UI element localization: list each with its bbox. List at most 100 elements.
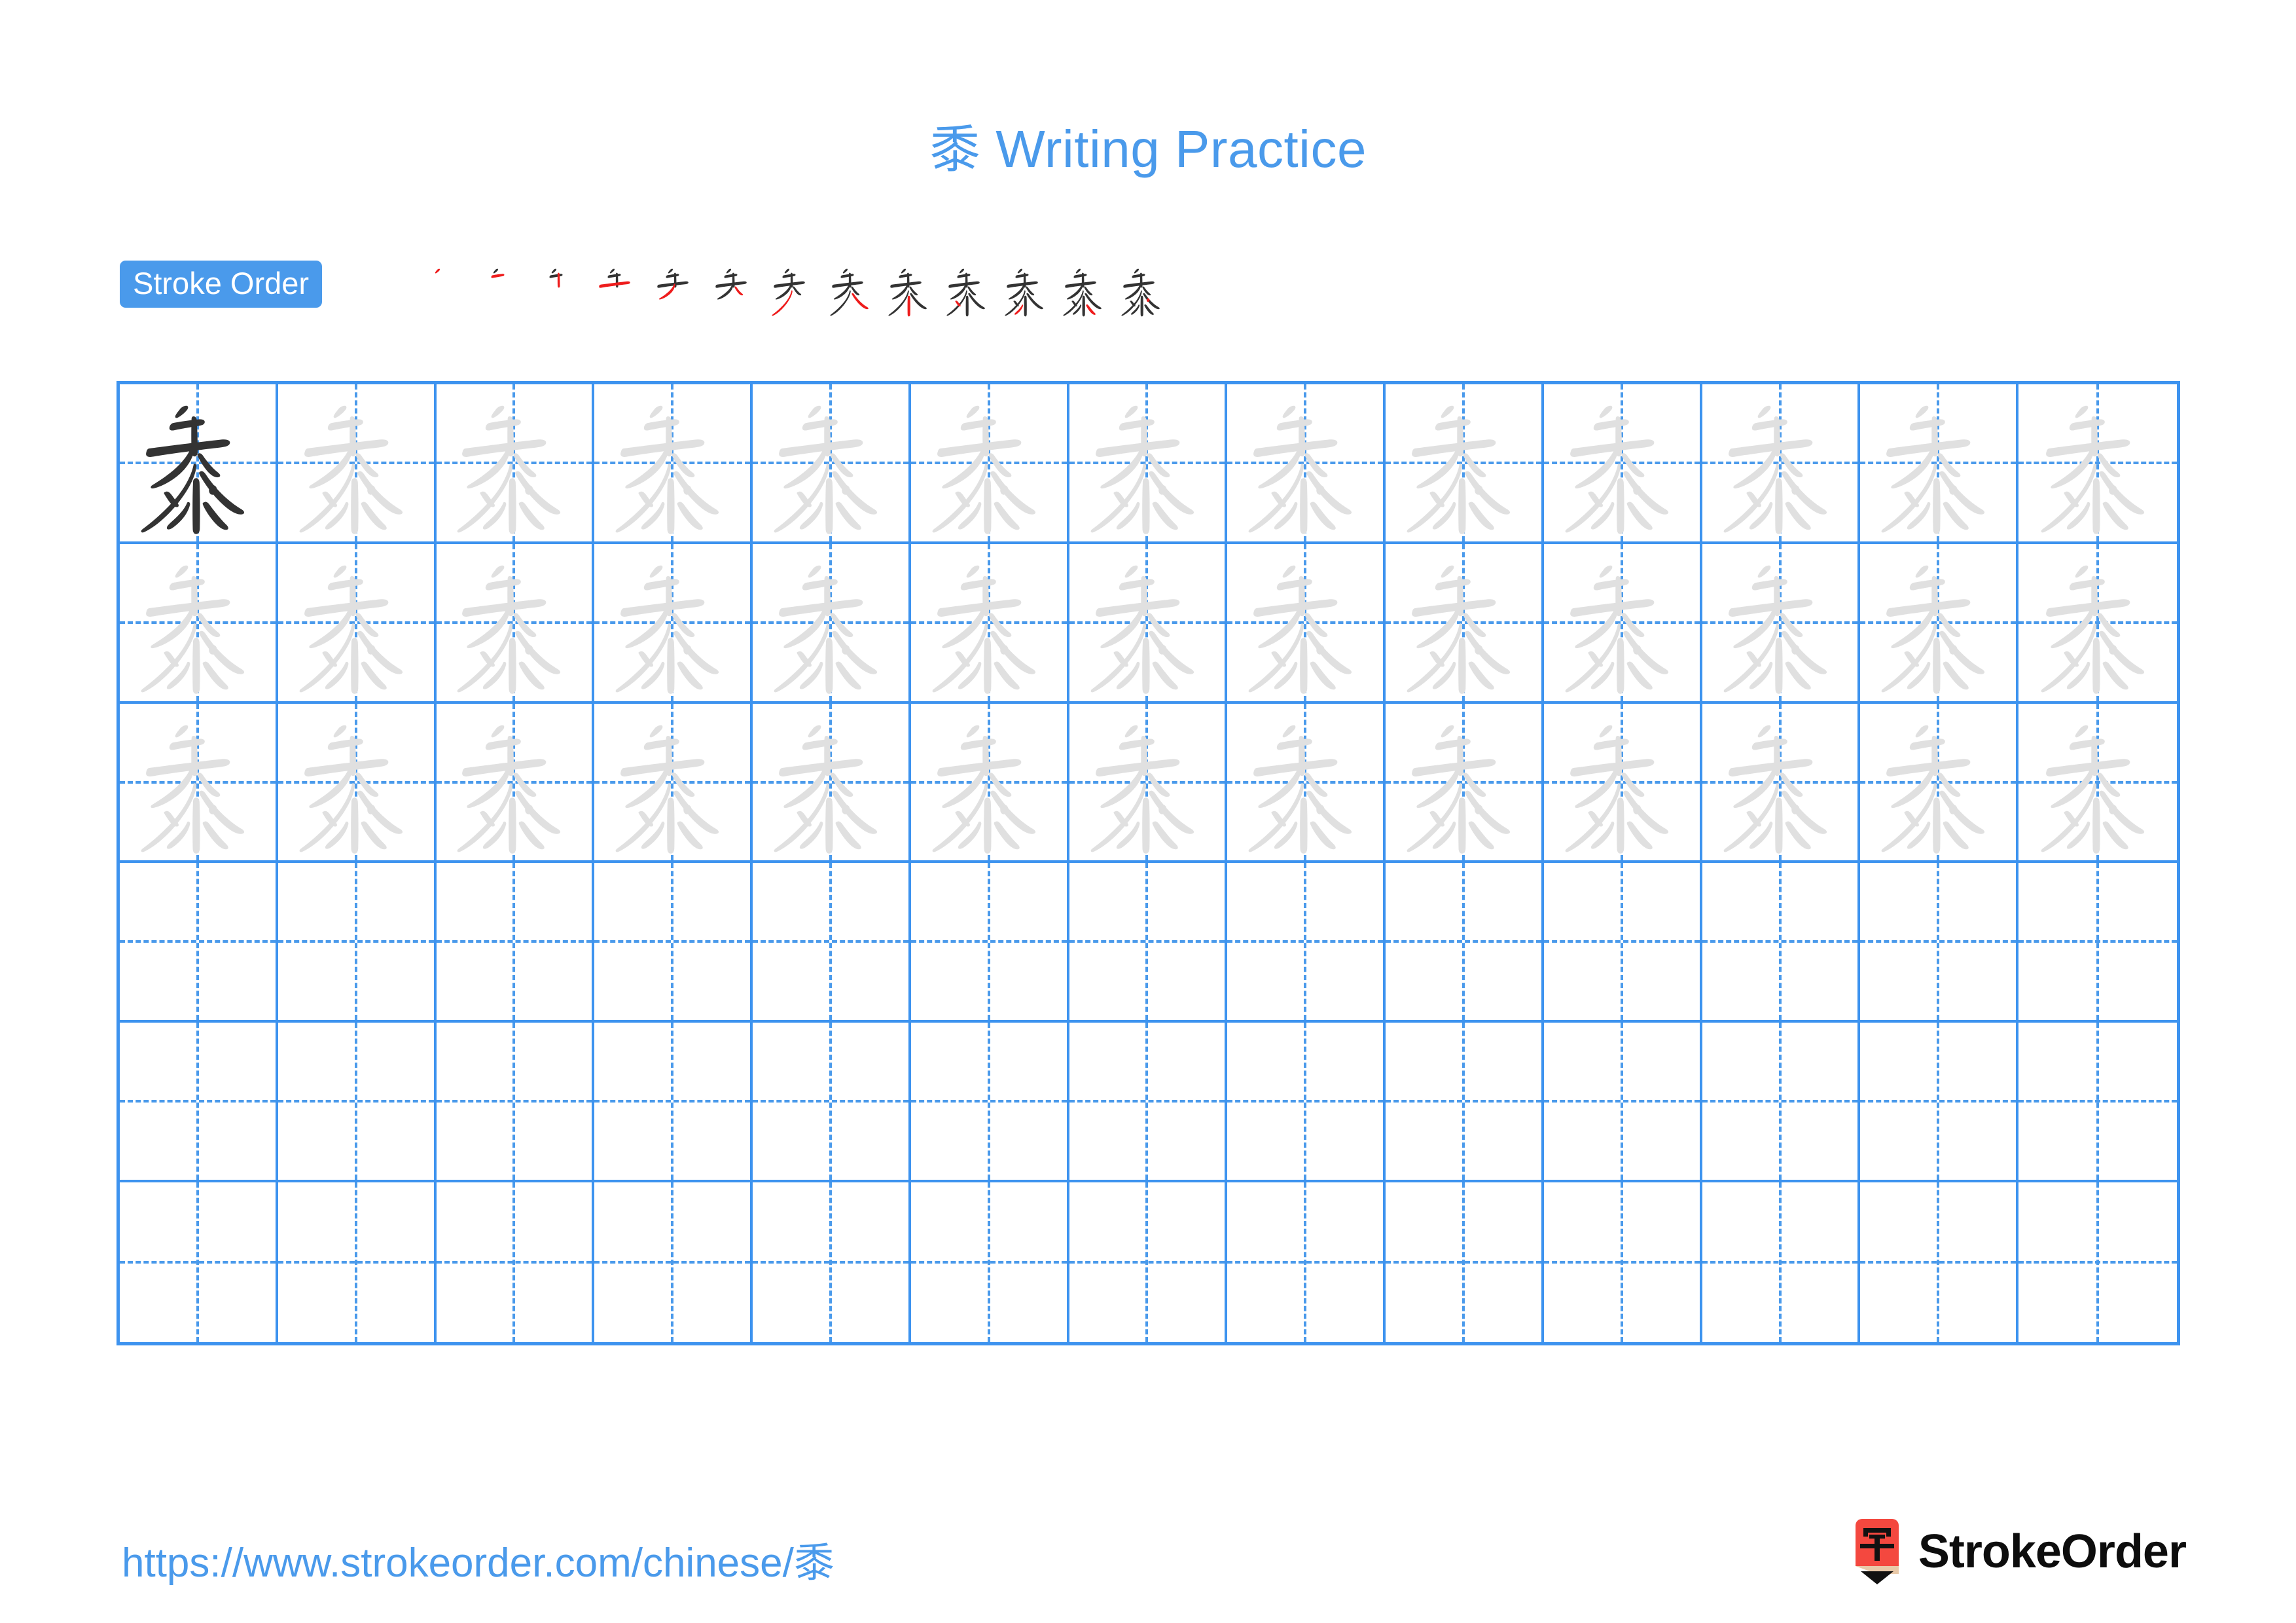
- brand-logo[interactable]: StrokeOrder: [1852, 1519, 2187, 1584]
- practice-cell[interactable]: [1543, 543, 1702, 704]
- practice-cell[interactable]: [910, 703, 1069, 864]
- trace-character: [1860, 384, 2016, 541]
- practice-cell[interactable]: [1227, 384, 1386, 544]
- trace-character: [1702, 544, 1858, 701]
- practice-cell[interactable]: [120, 863, 278, 1023]
- stroke-order-step: [939, 241, 997, 339]
- practice-cell[interactable]: [594, 863, 753, 1023]
- practice-cell[interactable]: [436, 543, 595, 704]
- practice-cell[interactable]: [753, 1182, 911, 1342]
- stroke-order-step: [531, 241, 589, 339]
- practice-cell[interactable]: [1860, 1182, 2019, 1342]
- practice-cell[interactable]: [1860, 703, 2019, 864]
- practice-cell[interactable]: [1702, 703, 1861, 864]
- practice-cell[interactable]: [2018, 704, 2177, 864]
- practice-cell[interactable]: [753, 703, 911, 864]
- practice-cell[interactable]: [1386, 384, 1544, 544]
- practice-cell[interactable]: [120, 703, 278, 864]
- practice-cell[interactable]: [1069, 1023, 1228, 1183]
- footer-url-prefix: https://www.strokeorder.com/chinese/: [122, 1541, 794, 1586]
- practice-cell[interactable]: [1227, 1182, 1386, 1342]
- practice-cell[interactable]: [1702, 384, 1861, 544]
- practice-cell[interactable]: [594, 1182, 753, 1342]
- footer-url[interactable]: https://www.strokeorder.com/chinese/黍: [122, 1529, 834, 1588]
- trace-character: [437, 704, 592, 861]
- trace-character: [911, 544, 1067, 701]
- practice-cell[interactable]: [1860, 384, 2019, 544]
- practice-cell[interactable]: [436, 384, 595, 544]
- practice-cell[interactable]: [910, 543, 1069, 704]
- trace-character: [1069, 704, 1225, 861]
- practice-cell[interactable]: [594, 543, 753, 704]
- practice-cell[interactable]: [594, 703, 753, 864]
- footer-url-character: 黍: [793, 1539, 834, 1586]
- practice-cell[interactable]: [1543, 703, 1702, 864]
- practice-cell[interactable]: [911, 1182, 1069, 1342]
- practice-cell[interactable]: [2018, 384, 2177, 544]
- practice-cell[interactable]: [1227, 1023, 1386, 1183]
- practice-cell[interactable]: [1227, 543, 1386, 704]
- practice-cell[interactable]: [1702, 1182, 1861, 1342]
- practice-cell[interactable]: [1069, 703, 1228, 864]
- practice-cell[interactable]: [436, 863, 595, 1023]
- practice-cell[interactable]: [2018, 544, 2177, 704]
- practice-cell[interactable]: [910, 863, 1069, 1023]
- practice-cell[interactable]: [436, 703, 595, 864]
- practice-cell[interactable]: [120, 1023, 278, 1183]
- practice-cell[interactable]: [1069, 1182, 1228, 1342]
- page-title: 黍 Writing Practice: [0, 109, 2296, 182]
- practice-cell[interactable]: [278, 1182, 437, 1342]
- practice-cell[interactable]: [278, 703, 437, 864]
- practice-cell[interactable]: [1543, 863, 1702, 1023]
- practice-cell[interactable]: [1386, 863, 1544, 1023]
- practice-cell[interactable]: [910, 384, 1069, 544]
- page-title-text: Writing Practice: [980, 120, 1367, 178]
- practice-cell[interactable]: [1860, 863, 2019, 1023]
- practice-cell[interactable]: [1860, 1023, 2019, 1183]
- practice-cell[interactable]: [1069, 543, 1228, 704]
- practice-cell[interactable]: [1386, 1182, 1544, 1342]
- trace-character: [1386, 704, 1541, 861]
- practice-cell[interactable]: [1386, 543, 1544, 704]
- practice-cell[interactable]: [753, 384, 911, 544]
- trace-character: [911, 704, 1067, 861]
- practice-cell[interactable]: [1702, 1023, 1861, 1183]
- stroke-order-step: [414, 241, 473, 339]
- practice-cell[interactable]: [1386, 703, 1544, 864]
- practice-cell[interactable]: [2018, 1182, 2177, 1342]
- stroke-order-badge: Stroke Order: [120, 261, 323, 308]
- practice-cell[interactable]: [120, 1182, 278, 1342]
- stroke-order-section: Stroke Order: [120, 257, 2175, 330]
- practice-cell[interactable]: [1227, 703, 1386, 864]
- trace-character: [594, 544, 750, 701]
- practice-cell[interactable]: [1386, 1023, 1544, 1183]
- practice-cell[interactable]: [1227, 863, 1386, 1023]
- trace-character: [278, 544, 434, 701]
- practice-cell[interactable]: [910, 1023, 1069, 1183]
- practice-cell[interactable]: [2018, 1023, 2177, 1183]
- practice-cell[interactable]: [753, 1023, 911, 1183]
- practice-cell[interactable]: [594, 384, 753, 544]
- practice-cell[interactable]: [1069, 384, 1228, 544]
- practice-cell[interactable]: [278, 863, 437, 1023]
- practice-cell[interactable]: [1544, 1182, 1702, 1342]
- practice-cell[interactable]: [753, 863, 911, 1023]
- practice-cell[interactable]: [278, 384, 437, 544]
- practice-cell[interactable]: [753, 543, 911, 704]
- practice-cell[interactable]: [1702, 543, 1861, 704]
- practice-cell[interactable]: [1860, 543, 2019, 704]
- practice-cell[interactable]: [2018, 863, 2177, 1023]
- practice-cell[interactable]: [1069, 863, 1228, 1023]
- practice-cell[interactable]: [120, 543, 278, 704]
- trace-character: [753, 704, 908, 861]
- practice-cell[interactable]: [437, 1182, 595, 1342]
- practice-cell[interactable]: [278, 543, 437, 704]
- practice-cell[interactable]: [436, 1023, 595, 1183]
- trace-character: [120, 704, 276, 861]
- practice-cell[interactable]: [278, 1023, 437, 1183]
- practice-cell[interactable]: [1543, 384, 1702, 544]
- practice-cell[interactable]: [1702, 863, 1861, 1023]
- practice-cell[interactable]: [594, 1023, 753, 1183]
- practice-cell[interactable]: [120, 384, 278, 544]
- practice-cell[interactable]: [1543, 1023, 1702, 1183]
